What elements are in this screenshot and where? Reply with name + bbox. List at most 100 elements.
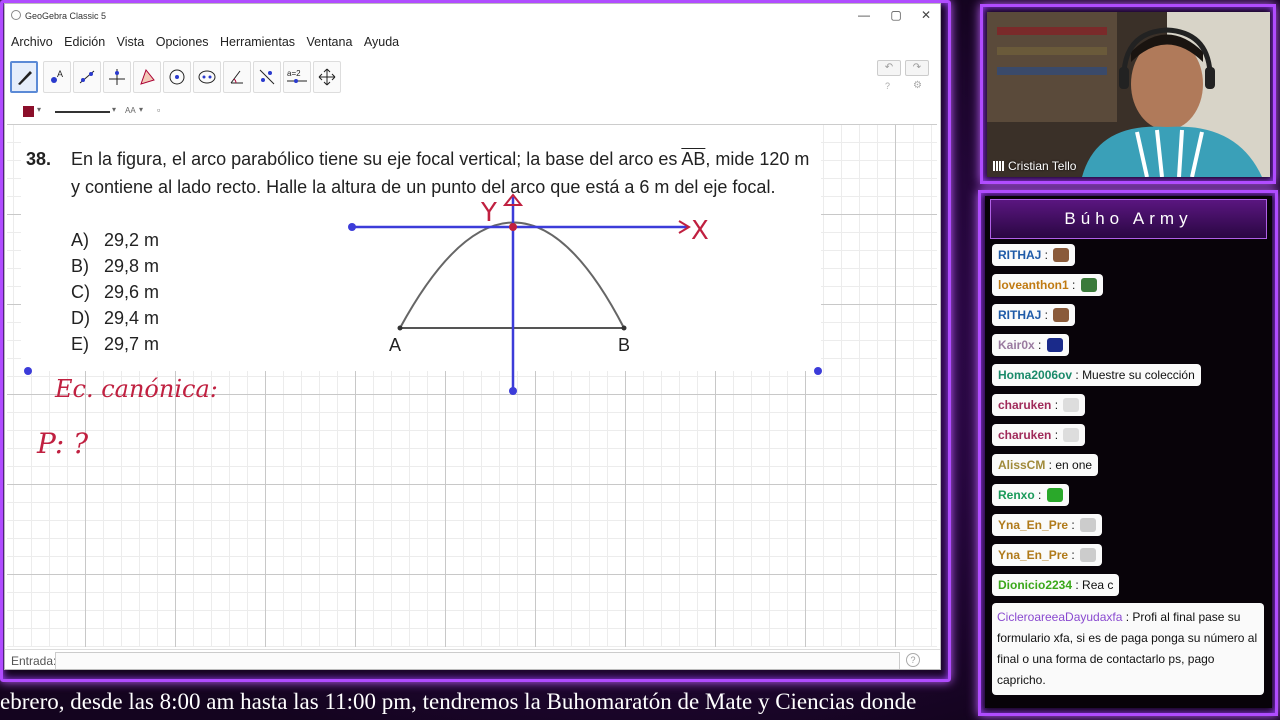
- vertex-point[interactable]: [509, 223, 517, 231]
- chat-username: Yna_En_Pre: [998, 518, 1069, 532]
- input-help-button[interactable]: ?: [906, 653, 920, 667]
- slider-tool-label: a=2: [287, 69, 301, 78]
- chat-username: Yna_En_Pre: [998, 548, 1069, 562]
- chat-username: CicleroareeaDayudaxfa: [997, 610, 1123, 624]
- chat-message: Yna_En_Pre :: [992, 514, 1103, 536]
- chat-username: charuken: [998, 398, 1052, 412]
- chat-text: Rea c: [1082, 578, 1114, 592]
- chat-panel: Búho Army RITHAJ : loveanthon1 : RITHAJ …: [985, 196, 1272, 708]
- maximize-button[interactable]: ▢: [882, 7, 910, 23]
- chat-message: Kair0x :: [992, 334, 1069, 356]
- undo-button[interactable]: ↶: [877, 60, 901, 76]
- chat-emote-icon: [1046, 338, 1063, 352]
- menu-herramientas[interactable]: Herramientas: [220, 31, 295, 53]
- image-corner-left[interactable]: [24, 367, 32, 375]
- chat-title: Búho Army: [990, 199, 1267, 239]
- slider-tool-button[interactable]: a=2: [283, 61, 311, 93]
- chat-message-long: CicleroareeaDayudaxfa : Profi al final p…: [992, 603, 1264, 695]
- conic-tool-button[interactable]: [193, 61, 221, 93]
- graphics-view[interactable]: 38. En la figura, el arco parabólico tie…: [7, 124, 937, 647]
- y-axis-end-point[interactable]: [509, 387, 517, 395]
- chat-emote-icon: [1080, 278, 1097, 292]
- point-tool-button[interactable]: A: [43, 61, 71, 93]
- ellipse-icon: [198, 70, 216, 84]
- handwritten-y-label: Y: [480, 198, 497, 228]
- menu-archivo[interactable]: Archivo: [11, 31, 53, 53]
- reflect-tool-button[interactable]: [253, 61, 281, 93]
- chat-emote-icon: [1053, 248, 1070, 262]
- x-axis-start-point[interactable]: [348, 223, 356, 231]
- chat-emote-icon: [1080, 518, 1097, 532]
- menu-ayuda[interactable]: Ayuda: [364, 31, 399, 53]
- close-button[interactable]: ✕: [912, 7, 940, 23]
- toolbar: A a=2 ↶ ↷ ? ⚙: [5, 58, 940, 100]
- move-tool-button[interactable]: [10, 61, 38, 93]
- chat-message: charuken :: [992, 394, 1086, 416]
- chat-message: Dionicio2234 : Rea c: [992, 574, 1120, 596]
- input-field[interactable]: [55, 652, 900, 669]
- help-icon[interactable]: ?: [885, 81, 890, 91]
- chat-text: Muestre su colección: [1082, 368, 1195, 382]
- chat-message: Homa2006ov : Muestre su colección: [992, 364, 1201, 386]
- line-tool-button[interactable]: [73, 61, 101, 93]
- point-b: [621, 325, 627, 331]
- menu-bar: Archivo Edición Vista Opciones Herramien…: [5, 31, 940, 53]
- point-icon: A: [51, 69, 63, 83]
- redo-button[interactable]: ↷: [905, 60, 929, 76]
- style-bar: ▾ ▾ AA ▾ ▫: [5, 101, 940, 123]
- window-title: GeoGebra Classic 5: [25, 11, 107, 21]
- point-a: [397, 325, 403, 331]
- chat-message: AlissCM : en one: [992, 454, 1099, 476]
- lock-icon[interactable]: ▫: [157, 105, 160, 115]
- geogebra-logo-icon: [11, 10, 21, 20]
- input-bar: Entrada: ?: [5, 649, 940, 669]
- handwritten-note-canonical: Ec. canónica:: [54, 375, 218, 403]
- stream-frame: GeoGebra Classic 5 — ▢ ✕ Archivo Edición…: [0, 0, 1280, 720]
- figure-overlay: Y X Ec. canónica: P: ?: [24, 193, 822, 460]
- handwritten-note-p: P: ?: [36, 427, 89, 460]
- menu-ventana[interactable]: Ventana: [307, 31, 353, 53]
- chat-message: Yna_En_Pre :: [992, 544, 1103, 566]
- menu-opciones[interactable]: Opciones: [156, 31, 209, 53]
- settings-gear-icon[interactable]: ⚙: [913, 80, 922, 91]
- menu-edicion[interactable]: Edición: [64, 31, 105, 53]
- font-size-selector[interactable]: AA: [125, 106, 136, 115]
- geogebra-window: GeoGebra Classic 5 — ▢ ✕ Archivo Edición…: [4, 3, 941, 670]
- chat-text: en one: [1055, 458, 1093, 472]
- minimize-button[interactable]: —: [850, 7, 878, 23]
- move-arrows-icon: [318, 68, 336, 86]
- streamer-name-label: Cristian Tello: [993, 159, 1076, 173]
- angle-icon: [230, 70, 243, 84]
- menu-vista[interactable]: Vista: [117, 31, 145, 53]
- title-bar: GeoGebra Classic 5 — ▢ ✕: [5, 4, 940, 26]
- chat-username: RITHAJ: [998, 248, 1042, 262]
- image-corner-right[interactable]: [814, 367, 822, 375]
- pen-icon: [18, 71, 32, 85]
- move-graphics-tool-button[interactable]: [313, 61, 341, 93]
- chat-message: RITHAJ :: [992, 244, 1076, 266]
- streamer-video: [987, 12, 1270, 177]
- reflect-icon: [259, 69, 275, 85]
- color-swatch[interactable]: [23, 106, 34, 117]
- perpendicular-tool-button[interactable]: [103, 61, 131, 93]
- input-label: Entrada:: [11, 654, 57, 668]
- chat-message: charuken :: [992, 424, 1086, 446]
- polygon-icon: [140, 68, 155, 85]
- chat-emote-icon: [1046, 488, 1063, 502]
- chat-username: AlissCM: [998, 458, 1046, 472]
- chat-message: loveanthon1 :: [992, 274, 1103, 296]
- angle-tool-button[interactable]: [223, 61, 251, 93]
- line-style-selector[interactable]: [55, 111, 110, 113]
- chat-username: Dionicio2234: [998, 578, 1073, 592]
- svg-text:A: A: [57, 69, 63, 79]
- chat-username: charuken: [998, 428, 1052, 442]
- ticker-bar: ebrero, desde las 8:00 am hasta las 11:0…: [0, 683, 955, 720]
- chat-username: loveanthon1: [998, 278, 1069, 292]
- polygon-tool-button[interactable]: [133, 61, 161, 93]
- chat-username: RITHAJ: [998, 308, 1042, 322]
- circle-tool-button[interactable]: [163, 61, 191, 93]
- chat-emote-icon: [1053, 308, 1070, 322]
- handwritten-x-label: X: [691, 216, 709, 246]
- chat-emote-icon: [1063, 428, 1080, 442]
- ticker-text: ebrero, desde las 8:00 am hasta las 11:0…: [0, 689, 917, 714]
